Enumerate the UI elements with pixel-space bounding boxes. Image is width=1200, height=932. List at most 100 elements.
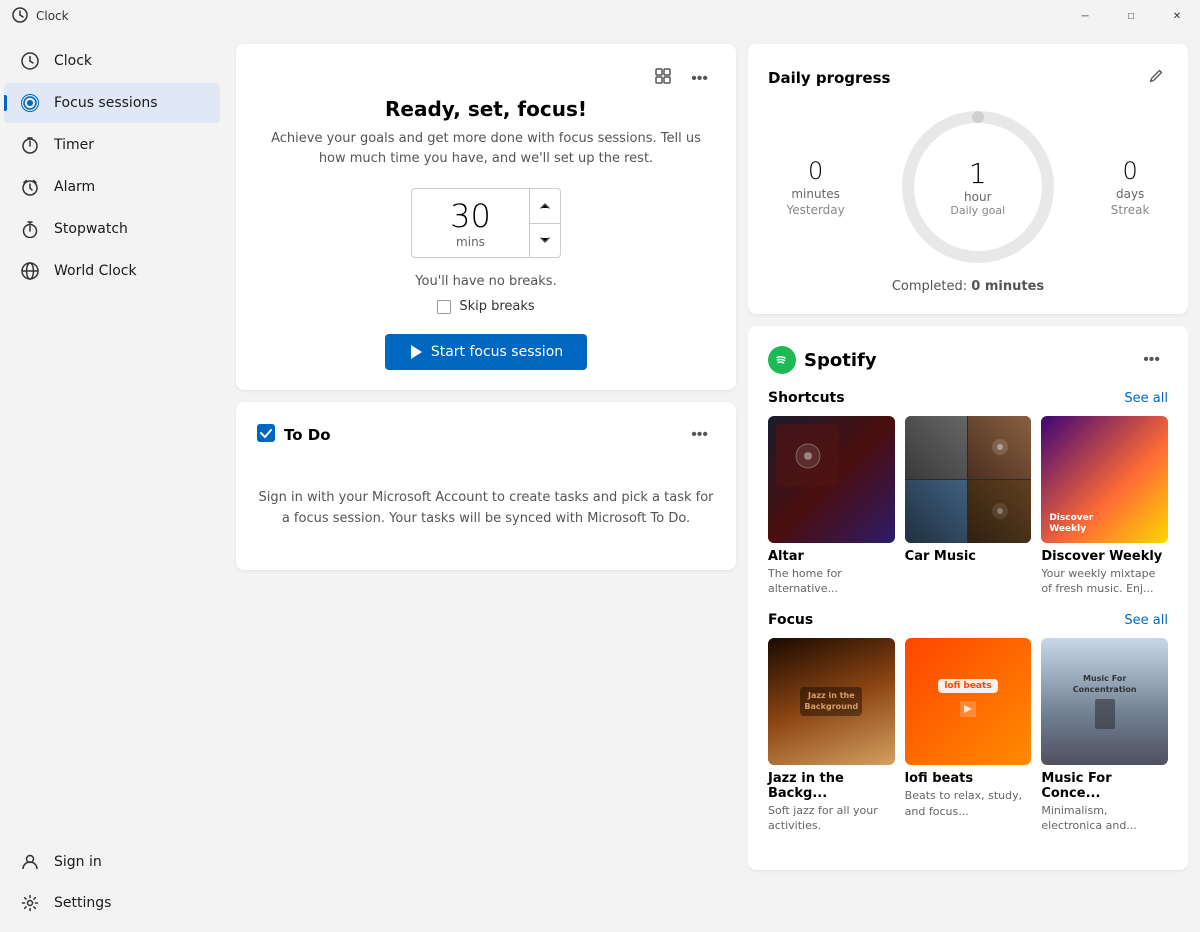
altar-name: Altar xyxy=(768,549,895,564)
yesterday-heading: Yesterday xyxy=(787,203,845,217)
sidebar-item-worldclock[interactable]: World Clock xyxy=(4,251,220,291)
yesterday-stat: 0 minutes Yesterday xyxy=(787,157,845,217)
sidebar-item-settings-label: Settings xyxy=(54,895,111,911)
completed-text: Completed: 0 minutes xyxy=(768,279,1168,294)
streak-unit: days xyxy=(1111,187,1150,201)
playlist-musicconc[interactable]: Music ForConcentration Music For Conce..… xyxy=(1041,638,1168,833)
skip-breaks-checkbox[interactable] xyxy=(437,300,451,314)
time-input-wrapper: 30 mins xyxy=(411,188,561,258)
shortcuts-title: Shortcuts xyxy=(768,390,845,406)
yesterday-label: minutes xyxy=(787,187,845,201)
sidebar-item-focus[interactable]: Focus sessions xyxy=(4,83,220,123)
clock-app-icon xyxy=(12,7,28,26)
discover-desc: Your weekly mixtape of fresh music. Enj.… xyxy=(1041,566,1168,597)
progress-circle: 1 hour Daily goal xyxy=(898,107,1058,267)
carmusic-thumb xyxy=(905,416,1032,543)
sidebar-item-worldclock-label: World Clock xyxy=(54,263,137,279)
time-unit: mins xyxy=(456,235,485,249)
see-all-focus-button[interactable]: See all xyxy=(1124,613,1168,628)
playlist-discover[interactable]: DiscoverWeekly Discover Weekly Your week… xyxy=(1041,416,1168,596)
todo-title: To Do xyxy=(284,426,331,444)
focus-expand-button[interactable] xyxy=(647,64,679,93)
focus-card-header: ••• xyxy=(256,64,716,93)
streak-value: 0 xyxy=(1111,157,1150,185)
streak-stat: 0 days Streak xyxy=(1111,157,1150,217)
altar-desc: The home for alternative... xyxy=(768,566,895,597)
streak-label: Streak xyxy=(1111,203,1150,217)
start-focus-button[interactable]: Start focus session xyxy=(385,334,587,370)
person-icon xyxy=(20,852,40,872)
lofi-thumb: lofi beats xyxy=(905,638,1032,765)
daily-goal-value: 1 xyxy=(950,157,1005,190)
todo-body: Sign in with your Microsoft Account to c… xyxy=(256,468,716,550)
focus-more-button[interactable]: ••• xyxy=(683,66,716,92)
stopwatch-icon xyxy=(20,219,40,239)
jazz-desc: Soft jazz for all your activities. xyxy=(768,803,895,834)
time-controls xyxy=(529,189,560,257)
musicconc-desc: Minimalism, electronica and... xyxy=(1041,803,1168,834)
focus-session-card: ••• Ready, set, focus! Achieve your goal… xyxy=(236,44,736,390)
daily-progress-card: Daily progress 0 minutes Yesterday xyxy=(748,44,1188,314)
focus-title: Ready, set, focus! xyxy=(256,97,716,121)
focus-subtitle: Achieve your goals and get more done wit… xyxy=(256,129,716,168)
see-all-shortcuts-button[interactable]: See all xyxy=(1124,391,1168,406)
sidebar-item-timer[interactable]: Timer xyxy=(4,125,220,165)
yesterday-value: 0 xyxy=(787,157,845,185)
musicconc-thumb: Music ForConcentration xyxy=(1041,638,1168,765)
lofi-name: lofi beats xyxy=(905,771,1032,786)
jazz-name: Jazz in the Backg... xyxy=(768,771,895,801)
altar-thumb xyxy=(768,416,895,543)
daily-goal-label: Daily goal xyxy=(950,204,1005,217)
playlist-jazz[interactable]: Jazz in theBackground Jazz in the Backg.… xyxy=(768,638,895,833)
shortcuts-grid: Altar The home for alternative... xyxy=(768,416,1168,596)
progress-header: Daily progress xyxy=(768,64,1168,91)
playlist-lofi[interactable]: lofi beats lofi beats Beats to relax, st… xyxy=(905,638,1032,833)
sidebar-item-stopwatch[interactable]: Stopwatch xyxy=(4,209,220,249)
discover-thumb: DiscoverWeekly xyxy=(1041,416,1168,543)
spotify-icon xyxy=(768,346,796,374)
sidebar-item-signin[interactable]: Sign in xyxy=(4,842,220,882)
breaks-text: You'll have no breaks. xyxy=(256,274,716,289)
time-picker: 30 mins xyxy=(256,188,716,258)
musicconc-name: Music For Conce... xyxy=(1041,771,1168,801)
todo-more-button[interactable]: ••• xyxy=(683,422,716,448)
maximize-button[interactable]: □ xyxy=(1108,0,1154,32)
sidebar-item-signin-label: Sign in xyxy=(54,854,102,870)
spotify-logo: Spotify xyxy=(768,346,877,374)
start-focus-label: Start focus session xyxy=(431,344,563,360)
focus-grid: Jazz in theBackground Jazz in the Backg.… xyxy=(768,638,1168,833)
time-display: 30 mins xyxy=(412,189,529,257)
sidebar-item-alarm[interactable]: Alarm xyxy=(4,167,220,207)
spotify-header: Spotify ••• xyxy=(768,346,1168,374)
sidebar-item-settings[interactable]: Settings xyxy=(4,883,220,923)
sidebar-item-alarm-label: Alarm xyxy=(54,179,95,195)
right-panel: Daily progress 0 minutes Yesterday xyxy=(748,44,1188,920)
todo-card-header: To Do ••• xyxy=(256,422,716,448)
progress-center-content: 1 hour Daily goal xyxy=(950,157,1005,217)
completed-value: 0 minutes xyxy=(971,279,1044,294)
main-content: ••• Ready, set, focus! Achieve your goal… xyxy=(224,32,1200,932)
focus-playlists-title: Focus xyxy=(768,612,813,628)
edit-progress-button[interactable] xyxy=(1144,64,1168,91)
playlist-carmusic[interactable]: Car Music xyxy=(905,416,1032,596)
carmusic-name: Car Music xyxy=(905,549,1032,564)
progress-title: Daily progress xyxy=(768,69,890,87)
skip-breaks-label: Skip breaks xyxy=(459,299,534,314)
spotify-more-button[interactable]: ••• xyxy=(1135,347,1168,373)
sidebar-item-clock[interactable]: Clock xyxy=(4,41,220,81)
title-bar: Clock ─ □ ✕ xyxy=(0,0,1200,32)
shortcuts-section-header: Shortcuts See all xyxy=(768,390,1168,406)
sidebar: Clock Focus sessions Timer xyxy=(0,32,224,932)
window-controls: ─ □ ✕ xyxy=(1062,0,1200,32)
playlist-altar[interactable]: Altar The home for alternative... xyxy=(768,416,895,596)
sidebar-item-timer-label: Timer xyxy=(54,137,94,153)
app-title: Clock xyxy=(12,7,69,26)
close-button[interactable]: ✕ xyxy=(1154,0,1200,32)
minimize-button[interactable]: ─ xyxy=(1062,0,1108,32)
time-increment-button[interactable] xyxy=(530,189,560,224)
progress-stats: 0 minutes Yesterday 1 hour Daily goal xyxy=(768,107,1168,267)
left-panel: ••• Ready, set, focus! Achieve your goal… xyxy=(236,44,736,920)
time-decrement-button[interactable] xyxy=(530,224,560,258)
daily-goal-unit: hour xyxy=(950,190,1005,204)
todo-check-icon xyxy=(256,423,276,448)
